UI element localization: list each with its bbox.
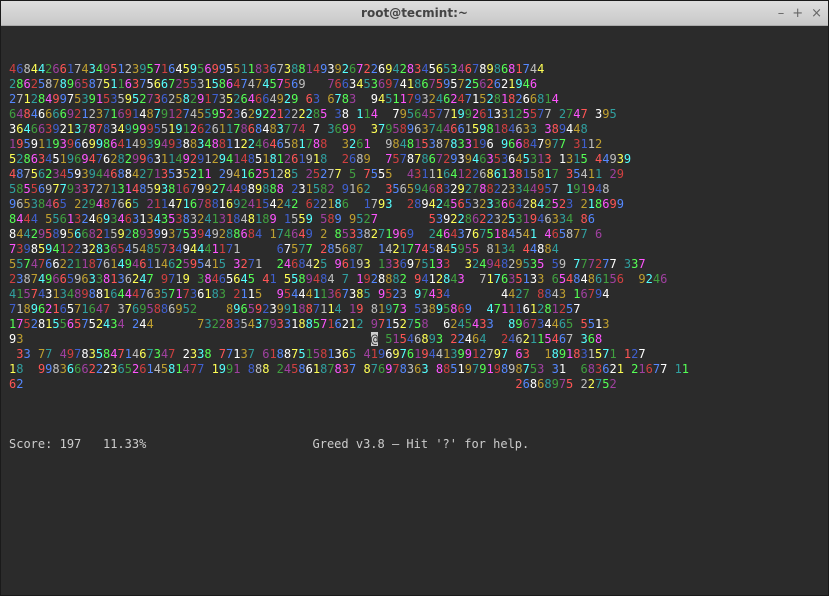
grid-row: 93 @ 51546893 22464 2462115467 368	[9, 332, 820, 347]
grid-row: 6484666692123716914879127455952362922122…	[9, 107, 820, 122]
close-button[interactable]: ×	[811, 6, 822, 21]
minimize-button[interactable]: –	[778, 6, 785, 21]
score-block: Score: 197 11.33%	[9, 437, 146, 451]
grid-row: 23874966596338136247 9719 38465645 41 55…	[9, 272, 820, 287]
score-value: 197	[60, 437, 82, 451]
titlebar: root@tecmint:~ – + ×	[1, 1, 828, 26]
terminal-body[interactable]: 4684426617434951239571645956995511836738…	[1, 26, 828, 595]
grid-row: 4684426617434951239571645956995511836738…	[9, 62, 820, 77]
grid-row: 1959119396699864149394938834881122464658…	[9, 137, 820, 152]
grid-row: 2712849975391535952736258291735264664929…	[9, 92, 820, 107]
window-controls: – + ×	[778, 1, 822, 25]
maximize-button[interactable]: +	[792, 6, 803, 21]
player-cursor: @	[371, 332, 378, 346]
grid-row: 73985941223283654548573494441171 67577 2…	[9, 242, 820, 257]
grid-row: 62 26868975 22752	[9, 377, 820, 392]
greed-grid: 4684426617434951239571645956995511836738…	[9, 62, 820, 392]
grid-row: 557476622118761494611462595415 3271 2468…	[9, 257, 820, 272]
grid-row: 8444 55613246934631343538324131848189 15…	[9, 212, 820, 227]
status-line: Score: 197 11.33% Greed v3.8 – Hit '?' f…	[9, 437, 820, 452]
app-help-label: Greed v3.8 – Hit '?' for help.	[313, 437, 530, 451]
grid-row: 3646639213787834999955191262611786848377…	[9, 122, 820, 137]
grid-row: 18 99836662223652614581477 1991 888 2458…	[9, 362, 820, 377]
grid-row: 96538465 229487665 211471678816924154242…	[9, 197, 820, 212]
window-title: root@tecmint:~	[361, 6, 468, 20]
grid-row: 415743134898816444763571736183 2115 9544…	[9, 287, 820, 302]
grid-row: 5286345196947628299631149291294148518126…	[9, 152, 820, 167]
grid-row: 4875623459394468842713535211 29416251285…	[9, 167, 820, 182]
grid-row: 1752815565752434 244 7322835437933188571…	[9, 317, 820, 332]
grid-row: 33 77 4978358471467347 2338 77137 618875…	[9, 347, 820, 362]
grid-row: 2862587896587511637566725531586474745756…	[9, 77, 820, 92]
grid-row: 58556977933727131485938167992744989888 2…	[9, 182, 820, 197]
terminal-window: root@tecmint:~ – + × 4684426617434951239…	[0, 0, 829, 596]
grid-row: 71896216571647 37695886952 8965923991887…	[9, 302, 820, 317]
score-percent: 11.33%	[103, 437, 146, 451]
grid-row: 84429589566821592893993753949288684 1746…	[9, 227, 820, 242]
score-label: Score:	[9, 437, 52, 451]
